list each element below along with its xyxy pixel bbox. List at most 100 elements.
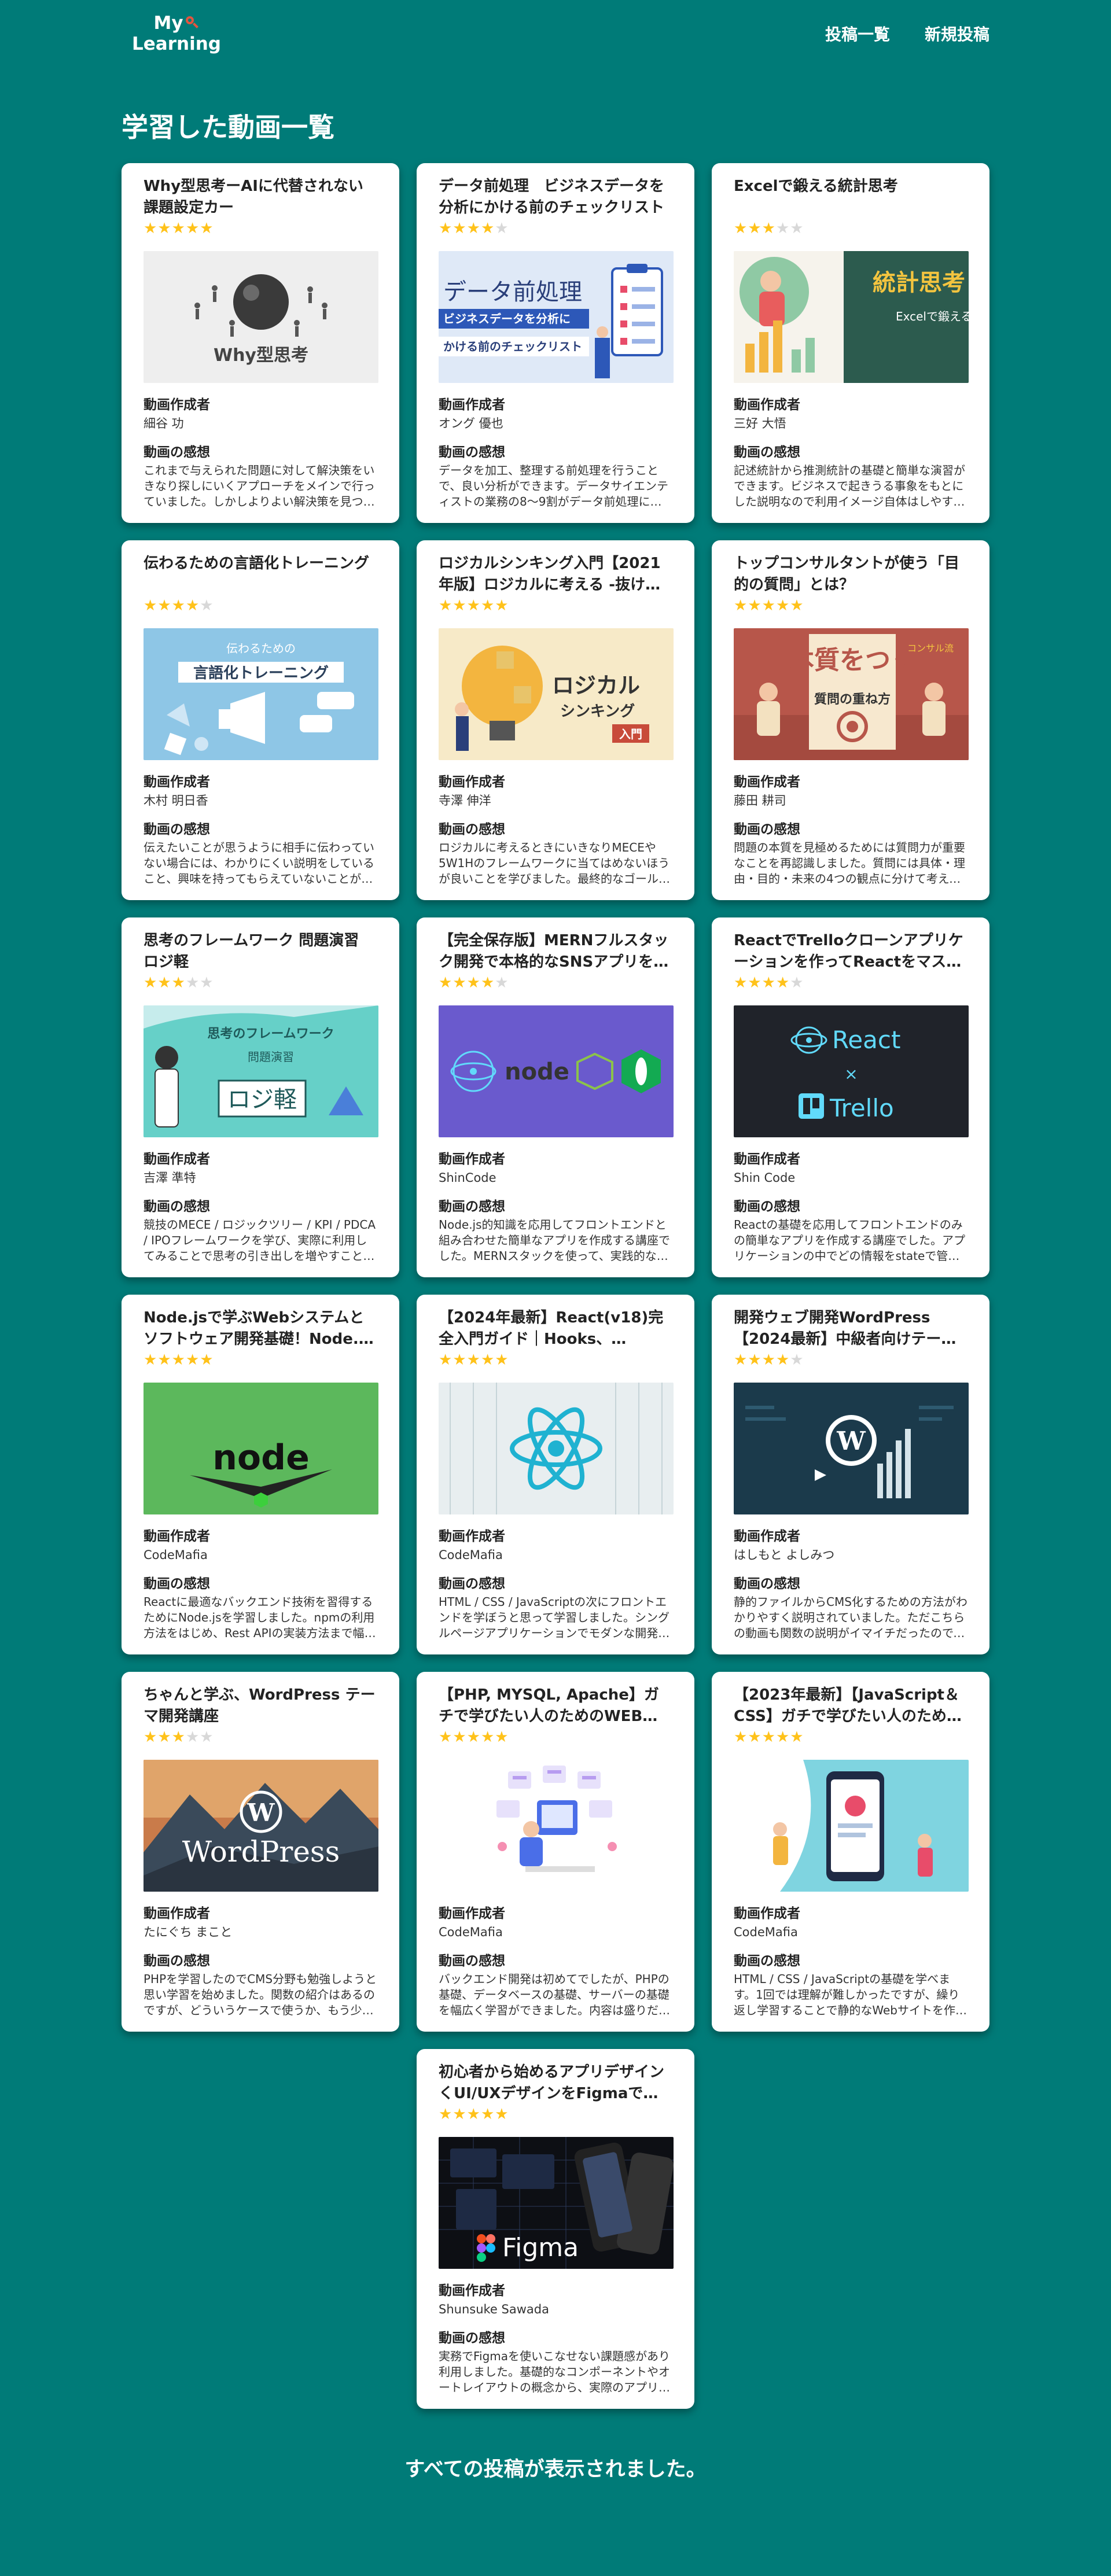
star-rating: ★★★★★ [144, 1351, 377, 1369]
star-rating: ★★★★★ [144, 220, 377, 237]
card-title: Node.jsで学ぶWebシステムとソフトウェア開発基礎！Node.js完全ガイ… [144, 1309, 373, 1348]
post-card[interactable]: 初心者から始めるアプリデザインくUI/UXデザインをFigmaで学ぶ ★★★★★… [417, 2049, 694, 2409]
post-card[interactable]: データ前処理 ビジネスデータを分析にかける前のチェックリスト ★★★★★ データ… [417, 163, 694, 523]
star-filled-icon: ★ [200, 220, 214, 237]
star-filled-icon: ★ [453, 1351, 467, 1369]
review-label: 動画の感想 [439, 2331, 505, 2346]
post-card[interactable]: Why型思考ーAIに代替されない課題設定カー ★★★★★ Why型思考 動画作成… [122, 163, 399, 523]
card-title: Excelで鍛える統計思考 [734, 178, 898, 195]
thumb-text: 質問の重ね方 [814, 692, 891, 707]
author-label: 動画作成者 [439, 1529, 505, 1544]
star-filled-icon: ★ [144, 597, 158, 614]
post-card[interactable]: 【完全保存版】MERNフルスタック開発で本格的なSNSアプリを構築しよう ★★★… [417, 917, 694, 1277]
review-text: Node.js的知識を応用してフロントエンドと組み合わせた簡単なアプリを作成する… [439, 1218, 670, 1263]
thumb-text: ビジネスデータを分析に [443, 312, 571, 326]
star-filled-icon: ★ [775, 597, 790, 614]
post-card[interactable]: 開発ウェブ開発WordPress【2024最新】中級者向けテーマ開発講座 ★★★… [712, 1295, 989, 1654]
author-label: 動画作成者 [439, 1906, 505, 1921]
star-filled-icon: ★ [480, 220, 495, 237]
post-card[interactable]: 【2023年最新】【JavaScript＆CSS】ガチで学びたい人のためのJav… [712, 1672, 989, 2032]
star-filled-icon: ★ [790, 1729, 804, 1746]
page-title: 学習した動画一覧 [122, 112, 334, 143]
nav-posts-link[interactable]: 投稿一覧 [825, 22, 890, 45]
thumb-text: Figma [502, 2233, 579, 2262]
thumb-text: WordPress [182, 1835, 340, 1869]
star-filled-icon: ★ [453, 220, 467, 237]
post-card[interactable]: トップコンサルタントが使う「目的の質問」とは？ ★★★★★ 本質をつく 質問の重… [712, 540, 989, 900]
star-filled-icon: ★ [171, 1351, 186, 1369]
star-rating: ★★★★★ [439, 597, 672, 614]
star-filled-icon: ★ [439, 2106, 453, 2123]
post-grid: Why型思考ーAIに代替されない課題設定カー ★★★★★ Why型思考 動画作成… [122, 163, 989, 2409]
star-filled-icon: ★ [748, 974, 762, 992]
header: My Learning 投稿一覧 新規投稿 [0, 0, 1111, 69]
star-rating: ★★★★★ [144, 974, 377, 992]
post-card[interactable]: 【2024年最新】React(v18)完全入門ガイド｜Hooks、Next.js… [417, 1295, 694, 1654]
video-thumbnail: 伝わるための 言語化トレーニング [144, 628, 378, 760]
post-card[interactable]: ちゃんと学ぶ、WordPress テーマ開発講座 ★★★★★ W WordPre… [122, 1672, 399, 2032]
svg-text:W: W [247, 1799, 275, 1827]
star-filled-icon: ★ [466, 1729, 481, 1746]
star-rating: ★★★★★ [144, 597, 377, 614]
thumb-text: × [844, 1064, 858, 1084]
star-filled-icon: ★ [171, 597, 186, 614]
author-label: 動画作成者 [734, 1906, 800, 1921]
star-rating: ★★★★★ [734, 974, 967, 992]
post-card[interactable]: ReactでTrelloクローンアプリケーションを作ってReactをマスターしよ… [712, 917, 989, 1277]
video-thumbnail [439, 1760, 674, 1892]
post-card[interactable]: 思考のフレームワーク 問題演習 ロジ軽 ★★★★★ 思考のフレームワーク 問題演… [122, 917, 399, 1277]
star-rating: ★★★★★ [734, 1729, 967, 1746]
post-card[interactable]: Excelで鍛える統計思考 ★★★★★ 統計思考 Excelで鍛える 動画作成者… [712, 163, 989, 523]
review-label: 動画の感想 [734, 1199, 800, 1214]
logo[interactable]: My Learning [127, 13, 226, 54]
star-empty-icon: ★ [790, 220, 804, 237]
nav-new-post-link[interactable]: 新規投稿 [925, 22, 989, 45]
author-label: 動画作成者 [439, 1152, 505, 1167]
magnifier-icon [185, 15, 200, 30]
review-label: 動画の感想 [439, 1954, 505, 1969]
logo-line1: My [153, 13, 183, 34]
review-text: Reactに最適なバックエンド技術を習得するためにNode.jsを学習しました。… [144, 1595, 376, 1640]
review-label: 動画の感想 [144, 1954, 210, 1969]
review-label: 動画の感想 [439, 822, 505, 837]
star-filled-icon: ★ [480, 597, 495, 614]
star-empty-icon: ★ [495, 220, 509, 237]
card-title: 伝わるための言語化トレーニング [144, 555, 370, 572]
star-filled-icon: ★ [466, 2106, 481, 2123]
video-thumbnail: 統計思考 Excelで鍛える [734, 251, 969, 383]
author-name: Shunsuke Sawada [439, 2302, 549, 2316]
thumb-text: Excelで鍛える [896, 309, 969, 323]
star-empty-icon: ★ [790, 1351, 804, 1369]
star-filled-icon: ★ [775, 1729, 790, 1746]
star-filled-icon: ★ [453, 1729, 467, 1746]
star-filled-icon: ★ [144, 220, 158, 237]
video-thumbnail [734, 1760, 969, 1892]
star-filled-icon: ★ [185, 1351, 200, 1369]
star-filled-icon: ★ [748, 220, 762, 237]
review-text: HTML / CSS / JavaScriptの次にフロントエンドを学ぼうと思っ… [439, 1595, 670, 1640]
author-name: CodeMafia [144, 1548, 208, 1562]
video-thumbnail [439, 1383, 674, 1514]
thumb-text: コンサル流 [907, 643, 954, 654]
author-name: CodeMafia [439, 1925, 503, 1939]
star-empty-icon: ★ [775, 220, 790, 237]
post-card[interactable]: 伝わるための言語化トレーニング ★★★★★ 伝わるための 言語化トレーニング 動… [122, 540, 399, 900]
review-label: 動画の感想 [734, 1576, 800, 1591]
star-rating: ★★★★★ [144, 1729, 377, 1746]
star-filled-icon: ★ [748, 597, 762, 614]
review-label: 動画の感想 [734, 445, 800, 460]
post-card[interactable]: ロジカルシンキング入門【2021年版】ロジカルに考える -抜け漏れなく、筋道立て… [417, 540, 694, 900]
review-text: バックエンド開発は初めてでしたが、PHPの基礎、データベースの基礎、サーバーの基… [439, 1972, 670, 2017]
star-rating: ★★★★★ [439, 1729, 672, 1746]
card-title: 初心者から始めるアプリデザインくUI/UXデザインをFigmaで学ぶ [439, 2063, 665, 2102]
star-filled-icon: ★ [144, 974, 158, 992]
star-empty-icon: ★ [200, 974, 214, 992]
star-filled-icon: ★ [466, 974, 481, 992]
star-filled-icon: ★ [157, 1729, 172, 1746]
star-filled-icon: ★ [480, 1729, 495, 1746]
video-thumbnail: ロジカル シンキング 入門 [439, 628, 674, 760]
review-text: HTML / CSS / JavaScriptの基礎を学べます。1回では理解が難… [734, 1972, 967, 2017]
star-rating: ★★★★★ [439, 2106, 672, 2123]
post-card[interactable]: 【PHP, MYSQL, Apache】ガチで学びたい人のためのWEB開発徹底入… [417, 1672, 694, 2032]
post-card[interactable]: Node.jsで学ぶWebシステムとソフトウェア開発基礎！Node.js完全ガイ… [122, 1295, 399, 1654]
